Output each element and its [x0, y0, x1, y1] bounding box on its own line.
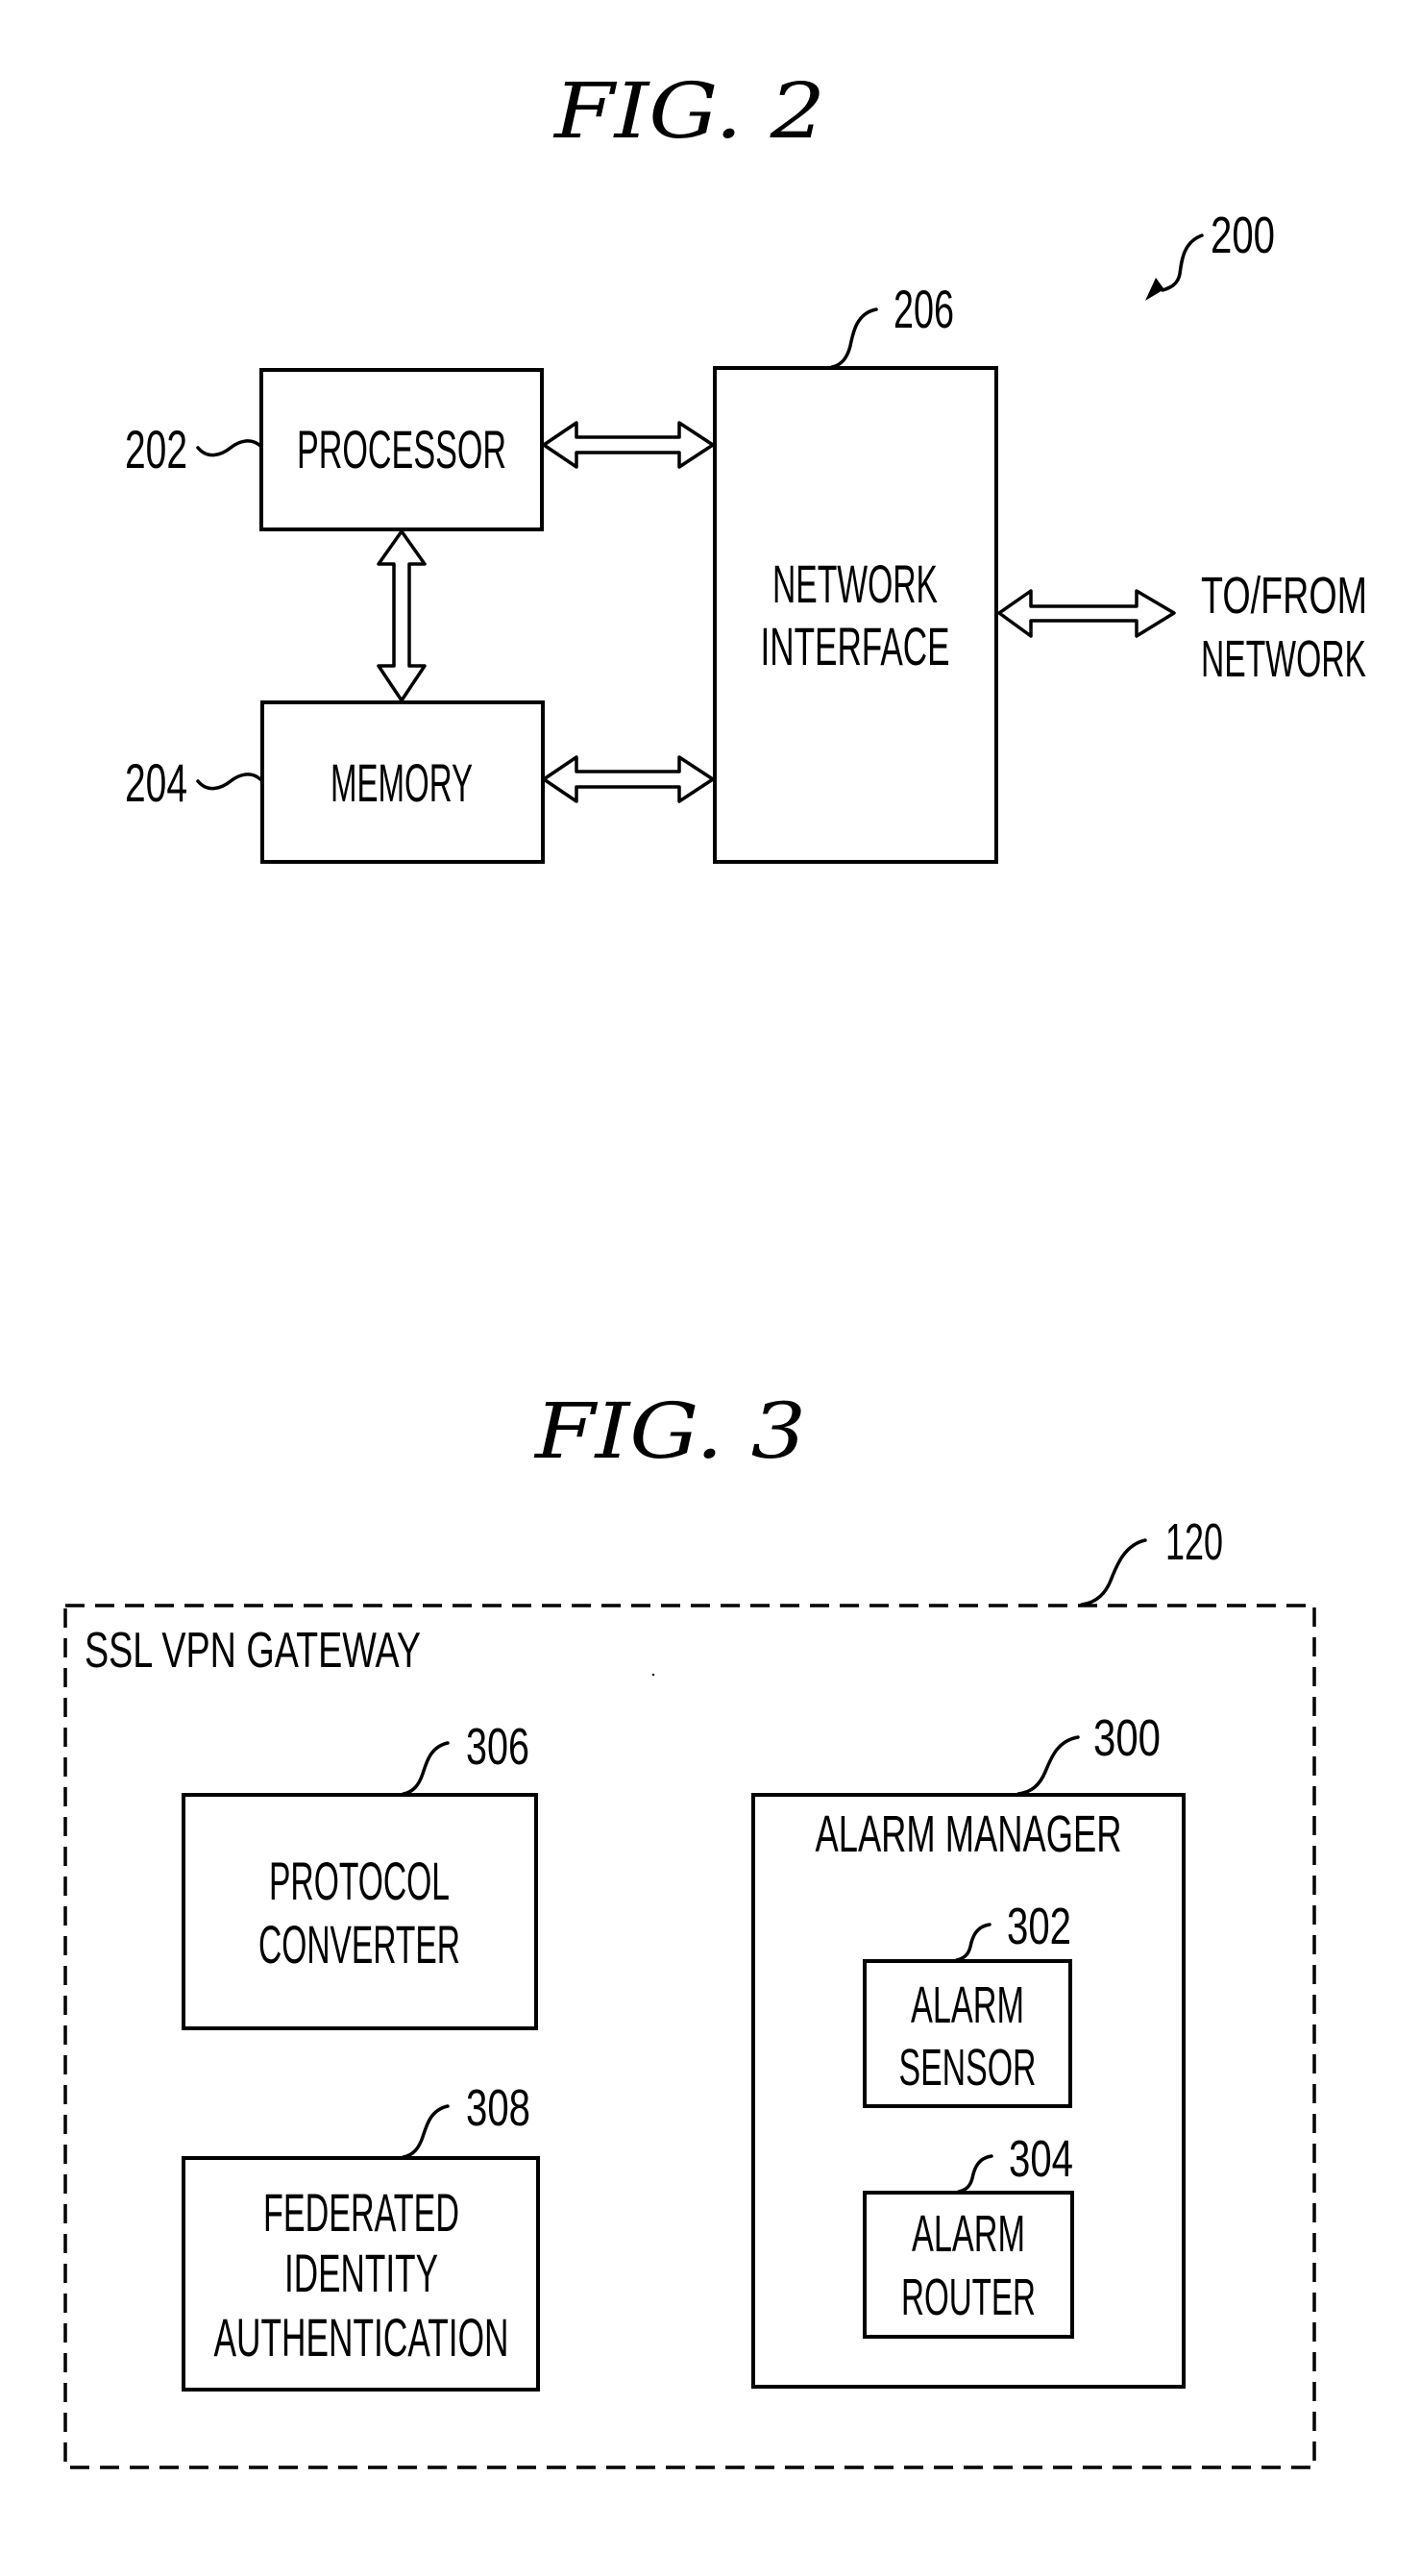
federated-identity-label-line3: AUTHENTICATION [214, 2307, 509, 2367]
external-label-line1: TO/FROM [1201, 567, 1367, 625]
memory-label: MEMORY [331, 752, 473, 813]
leader-tilde-204 [196, 773, 262, 791]
figure-2-title: FIG. 2 [552, 66, 825, 156]
ref-label-202: 202 [125, 419, 187, 479]
ref-label-300: 300 [1093, 1709, 1161, 1767]
network-interface-label-line2: INTERFACE [761, 616, 950, 676]
leader-120 [1080, 1538, 1147, 1607]
ref-label-306: 306 [466, 1718, 529, 1776]
ref-label-120: 120 [1165, 1513, 1223, 1571]
ref-label-206: 206 [894, 279, 954, 339]
protocol-converter-block: PROTOCOL CONVERTER 306 [182, 1718, 538, 2030]
external-label-line2: NETWORK [1201, 630, 1366, 688]
alarm-manager-label: ALARM MANAGER [816, 1805, 1122, 1863]
leader-206 [830, 307, 878, 369]
ref-label-302: 302 [1007, 1898, 1071, 1955]
leader-308 [402, 2104, 450, 2159]
alarm-sensor-label-line1: ALARM [911, 1976, 1024, 2034]
network-interface-label-line1: NETWORK [772, 553, 938, 614]
protocol-converter-label-line1: PROTOCOL [269, 1851, 450, 1911]
scan-speck [651, 1673, 655, 1677]
federated-identity-block: FEDERATED IDENTITY AUTHENTICATION 308 [182, 2079, 540, 2392]
network-interface-block: NETWORK INTERFACE 206 [713, 279, 998, 864]
bidirectional-arrow-icon-processor-network [542, 421, 715, 469]
figure-3: FIG. 3 SSL VPN GATEWAY 120 PROTOCOL CONV… [63, 1386, 1316, 2469]
processor-label: PROCESSOR [297, 419, 506, 479]
memory-block: MEMORY 204 [125, 700, 545, 864]
system-reference-200: 200 [1145, 207, 1275, 301]
ref-label-200: 200 [1211, 207, 1275, 264]
figure-2: FIG. 2 200 PROCESSOR 202 MEMORY 204 NETW… [125, 66, 1367, 864]
network-interface-box [713, 366, 998, 864]
alarm-router-label-line1: ALARM [912, 2205, 1025, 2263]
alarm-router-label-line2: ROUTER [901, 2269, 1036, 2326]
alarm-sensor-label-line2: SENSOR [899, 2039, 1037, 2097]
bidirectional-arrow-icon-processor-memory [377, 529, 427, 702]
leader-306 [402, 1741, 450, 1796]
ref-label-204: 204 [125, 752, 187, 813]
leader-tilde-202 [196, 439, 262, 457]
protocol-converter-box [182, 1793, 538, 2030]
bidirectional-arrow-icon-memory-network [542, 755, 715, 803]
external-network-label: TO/FROM NETWORK [1201, 567, 1367, 688]
patent-drawing-sheet: FIG. 2 200 PROCESSOR 202 MEMORY 204 NETW… [63, 66, 1367, 2469]
leader-300 [1016, 1735, 1080, 1796]
bidirectional-arrow-icon-network-external [997, 589, 1176, 638]
protocol-converter-label-line2: CONVERTER [258, 1914, 460, 1975]
ref-label-308: 308 [466, 2079, 530, 2137]
figure-3-title: FIG. 3 [533, 1386, 806, 1476]
alarm-manager-block: ALARM MANAGER 300 ALARM SENSOR 302 ALARM… [751, 1709, 1186, 2389]
processor-block: PROCESSOR 202 [125, 368, 544, 531]
gateway-label: SSL VPN GATEWAY [85, 1623, 421, 1679]
federated-identity-label-line1: FEDERATED [263, 2182, 459, 2243]
federated-identity-label-line2: IDENTITY [284, 2243, 438, 2303]
ref-label-304: 304 [1009, 2130, 1073, 2188]
reference-arrow-icon [1161, 233, 1204, 292]
